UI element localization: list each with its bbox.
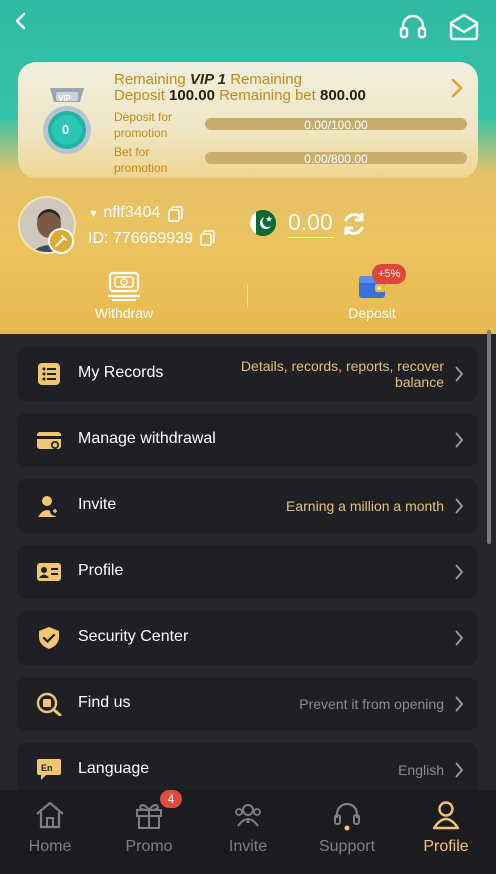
refresh-icon[interactable] [340,210,368,238]
top-bar [0,0,496,56]
bet-progress-text: 0.00/800.00 [304,152,368,166]
menu-item-manage-withdrawal[interactable]: Manage withdrawal [17,413,478,467]
deposit-label: Deposit [348,305,396,321]
currency-flag-icon [250,210,276,236]
bottom-nav: Home Promo 4 Invite Support Profile [0,790,496,874]
menu-item-find-us[interactable]: Find us Prevent it from opening [17,677,478,731]
person-icon [432,801,460,830]
vip-medal-badge: VIP [58,94,71,103]
nav-invite[interactable]: Invite [208,798,288,868]
menu-item-my-records[interactable]: My Records Details, records, reports, re… [17,347,478,401]
nav-label: Promo [125,838,173,855]
menu-label: My Records [78,364,164,381]
copy-id-icon[interactable] [200,230,216,246]
headset-icon[interactable] [398,12,428,42]
deposit-bonus-badge: +5% [372,264,407,284]
chevron-right-icon [455,366,464,382]
nav-profile[interactable]: Profile [406,798,486,868]
username: ▼ nflf3404 [88,204,160,222]
withdraw-label: Withdraw [94,305,154,321]
deposit-button[interactable]: Deposit [310,270,434,326]
invite-icon [38,496,60,517]
vip-medal-number: 0 [62,122,70,137]
bet-label: Remaining bet [219,87,316,104]
menu-label: Invite [78,496,117,513]
menu-label: Security Center [78,628,189,645]
find-icon [36,692,62,716]
menu-label: Profile [78,562,124,579]
profile-header: VIP 0 Remaining VIP 1 Remaining Deposit … [0,0,496,334]
chevron-right-icon [455,762,464,778]
card-icon [37,432,61,449]
menu-item-invite[interactable]: Invite Earning a million a month [17,479,478,533]
menu-label: Manage withdrawal [78,430,216,447]
menu-description: Details, records, reports, recover balan… [240,358,444,390]
edit-avatar-icon[interactable] [48,228,74,254]
withdraw-button[interactable]: Withdraw [62,270,186,326]
chevron-right-icon [455,564,464,580]
chevron-right-icon [455,696,464,712]
menu-description: English [398,762,444,778]
copy-icon[interactable] [168,206,184,222]
shield-icon [39,627,59,649]
cash-icon [108,271,140,302]
language-icon: En [37,759,61,780]
username-text: nflf3404 [103,204,161,221]
menu-description: Earning a million a month [286,498,444,514]
mail-icon[interactable] [448,12,480,42]
menu-description: Prevent it from opening [299,696,444,712]
id-card-icon [37,563,61,581]
actions-divider [247,284,248,308]
records-icon [38,363,60,385]
nav-label: Profile [423,838,469,855]
vip-prefix: Remaining [114,71,186,88]
nav-support[interactable]: Support [307,798,387,868]
vip-level: VIP 1 [189,71,227,88]
home-icon [36,801,64,829]
deposit-label: Deposit [114,87,165,104]
menu-label: Language [78,760,150,777]
deposit-promo-label: Deposit for promotion [114,110,173,140]
svg-text:En: En [41,763,53,773]
promo-count-badge: 4 [160,790,182,808]
nav-home[interactable]: Home [10,798,90,868]
deposit-progress-text: 0.00/100.00 [304,118,368,132]
balance-amount: 0.00 [288,209,333,238]
nav-label: Invite [228,838,268,855]
menu-item-security-center[interactable]: Security Center [17,611,478,665]
menu-item-profile[interactable]: Profile [17,545,478,599]
chevron-right-icon [455,630,464,646]
vip-card[interactable]: VIP 0 Remaining VIP 1 Remaining Deposit … [18,62,478,178]
vip-level-line: Remaining VIP 1 Remaining [114,71,302,88]
users-icon [235,804,261,827]
user-id: ID: 776669939 [88,230,193,247]
nav-label: Home [28,838,72,855]
menu-label: Find us [78,694,131,711]
headset-icon [334,802,360,831]
caret-down-icon[interactable]: ▼ [88,208,99,220]
deposit-value: 100.00 [169,87,215,104]
bet-value: 800.00 [320,87,366,104]
vip-suffix: Remaining [230,71,302,88]
menu-item-language[interactable]: En Language English [17,743,478,797]
scrollbar[interactable] [487,330,491,544]
nav-promo[interactable]: Promo [109,798,189,868]
chevron-right-icon[interactable] [450,78,464,98]
chevron-right-icon [455,432,464,448]
nav-label: Support [318,838,376,855]
vip-requirements-line: Deposit 100.00 Remaining bet 800.00 [114,87,366,104]
bet-promo-label: Bet for promotion [114,145,168,175]
back-arrow-icon[interactable] [8,8,36,36]
profile-menu: My Records Details, records, reports, re… [0,334,496,797]
chevron-right-icon [455,498,464,514]
